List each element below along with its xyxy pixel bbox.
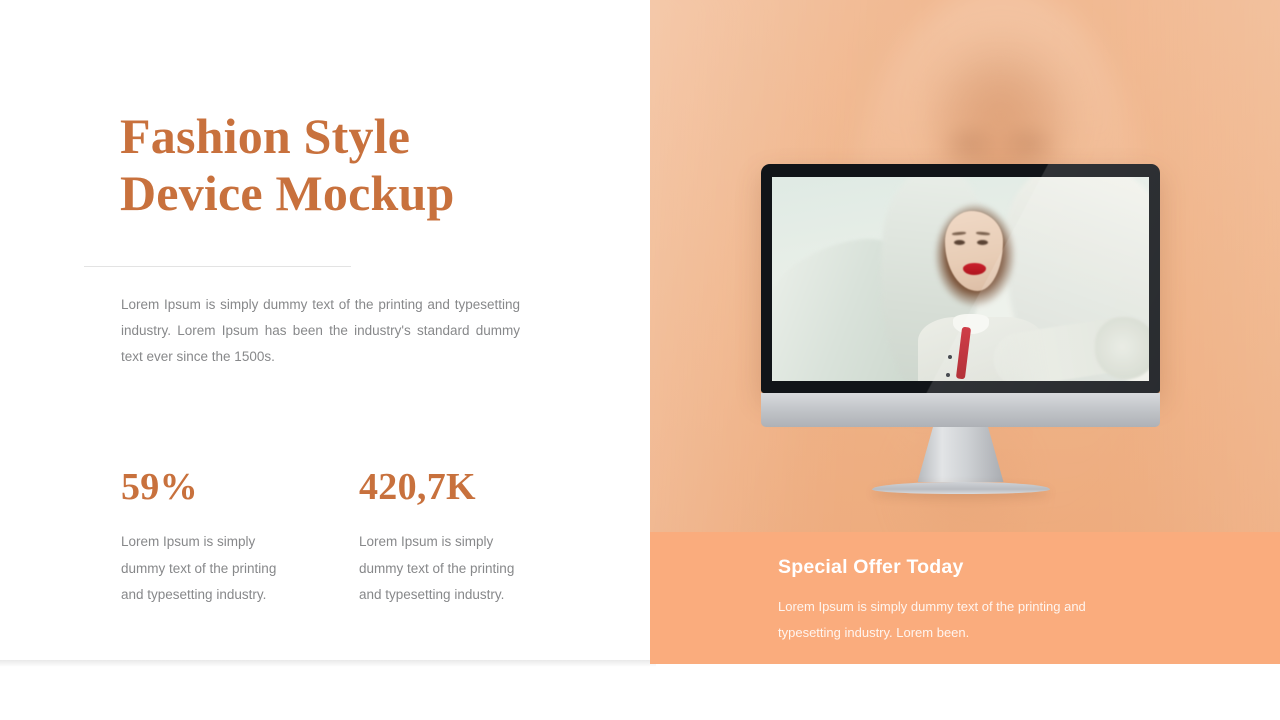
stat-value: 59% [121, 466, 198, 508]
stat-value: 420,7K [359, 466, 476, 508]
left-content-card: Fashion Style Device Mockup Lorem Ipsum … [0, 0, 656, 667]
screen-photo-eye-left [954, 240, 965, 245]
intro-paragraph: Lorem Ipsum is simply dummy text of the … [121, 297, 520, 364]
screen-photo-button-2 [946, 373, 950, 377]
screen-photo-eye-right [977, 240, 988, 245]
screen-photo-model-hand [1095, 317, 1149, 379]
screen-photo-button-1 [948, 355, 952, 359]
imac-mockup [761, 164, 1160, 494]
stat-description: Lorem Ipsum is simply dummy text of the … [359, 534, 515, 602]
page-title-line-1: Fashion Style [120, 108, 411, 164]
stat-item: 59% Lorem Ipsum is simply dummy text of … [121, 466, 359, 609]
monitor-stand-base [871, 482, 1050, 494]
page-title: Fashion Style Device Mockup [120, 108, 590, 222]
slide: Special Offer Today Lorem Ipsum is simpl… [0, 0, 1280, 720]
special-offer-title: Special Offer Today [778, 556, 964, 578]
page-title-line-2: Device Mockup [120, 165, 455, 221]
monitor-chin [761, 393, 1160, 427]
monitor-screen [772, 177, 1149, 381]
special-offer-body: Lorem Ipsum is simply dummy text of the … [778, 599, 1086, 640]
monitor-stand-neck [917, 427, 1004, 482]
stat-description: Lorem Ipsum is simply dummy text of the … [121, 534, 277, 602]
special-offer-band: Special Offer Today Lorem Ipsum is simpl… [650, 532, 1280, 664]
statistics-group: 59% Lorem Ipsum is simply dummy text of … [121, 466, 581, 609]
stat-item: 420,7K Lorem Ipsum is simply dummy text … [359, 466, 581, 609]
monitor-bezel [761, 164, 1160, 393]
title-divider [84, 266, 351, 267]
